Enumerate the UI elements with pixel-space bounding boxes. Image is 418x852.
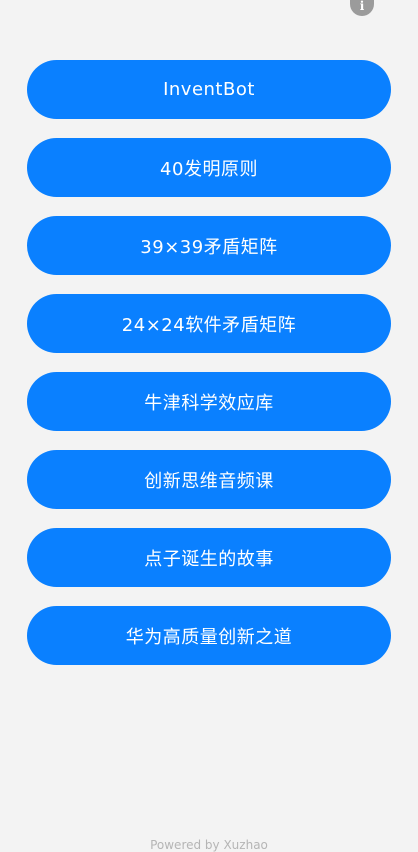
inventive-principles-button[interactable]: 40发明原则 [27,138,391,197]
science-effects-library-button[interactable]: 牛津科学效应库 [27,372,391,431]
info-glyph: i [359,0,365,13]
main-menu: InventBot 40发明原则 39×39矛盾矩阵 24×24软件矛盾矩阵 牛… [27,60,391,665]
idea-stories-button[interactable]: 点子诞生的故事 [27,528,391,587]
inventbot-button[interactable]: InventBot [27,60,391,119]
audio-course-button[interactable]: 创新思维音频课 [27,450,391,509]
info-icon[interactable]: i [350,0,374,16]
huawei-innovation-button[interactable]: 华为高质量创新之道 [27,606,391,665]
footer-credit: Powered by Xuzhao [150,838,268,852]
software-contradiction-matrix-button[interactable]: 24×24软件矛盾矩阵 [27,294,391,353]
contradiction-matrix-39-button[interactable]: 39×39矛盾矩阵 [27,216,391,275]
